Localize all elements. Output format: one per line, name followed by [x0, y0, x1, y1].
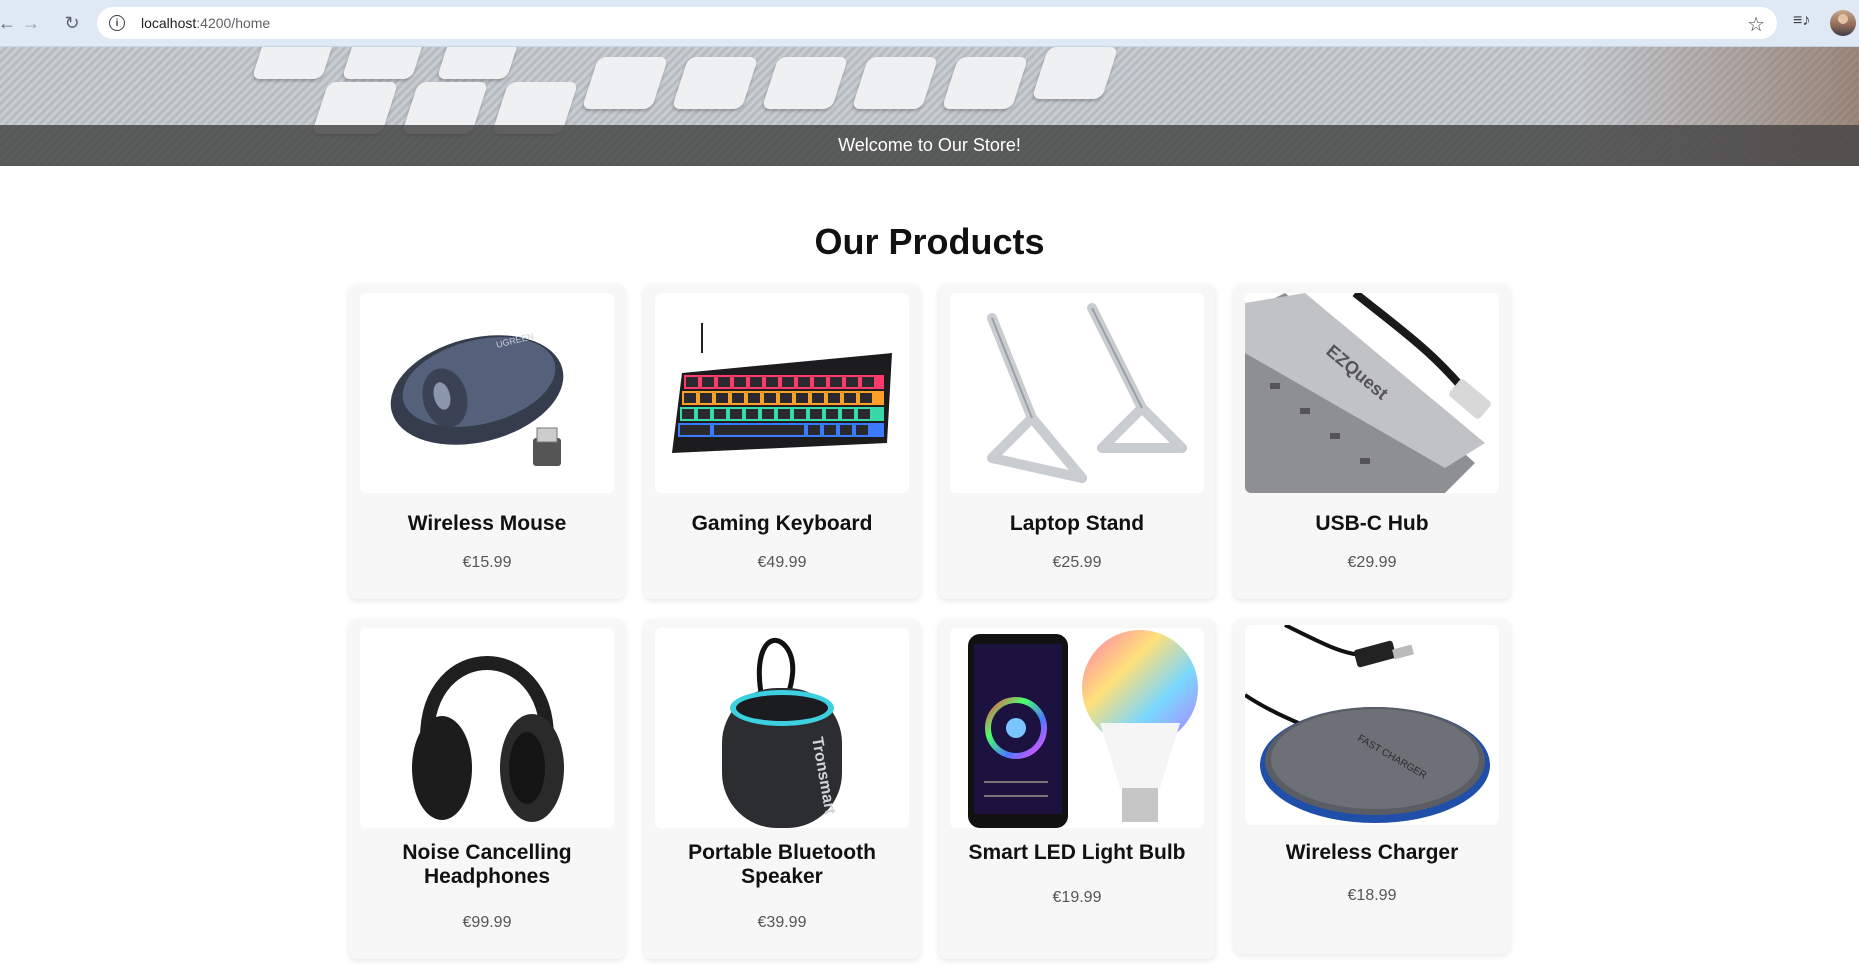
product-price: €49.99	[757, 554, 807, 571]
usb-hub-image[interactable]: EZQuest	[1245, 293, 1499, 493]
product-price: €99.99	[462, 914, 512, 931]
address-bar[interactable]: i localhost:4200/home ☆	[97, 7, 1777, 39]
product-card[interactable]: Tronsmart Portable Bluetooth Speaker €39…	[644, 619, 920, 959]
page-title: Our Products	[814, 221, 1045, 262]
product-price: €25.99	[1052, 554, 1102, 571]
product-price: €39.99	[757, 914, 807, 931]
product-name: Noise Cancelling Headphones	[402, 841, 572, 888]
speaker-image[interactable]: Tronsmart	[655, 628, 909, 828]
forward-icon[interactable]: →	[16, 8, 46, 38]
headphones-image[interactable]	[360, 628, 614, 828]
profile-avatar[interactable]	[1830, 10, 1856, 36]
bookmark-star-icon[interactable]: ☆	[1747, 12, 1765, 37]
product-name: Portable Bluetooth Speaker	[688, 841, 876, 888]
hero-caption: Welcome to Our Store!	[0, 125, 1859, 166]
site-info-icon[interactable]: i	[109, 15, 125, 31]
product-name: Gaming Keyboard	[691, 512, 873, 535]
product-name: Laptop Stand	[1009, 512, 1145, 535]
laptop-stand-image[interactable]	[950, 293, 1204, 493]
product-card[interactable]: UGREEN Wireless Mouse €15.99	[349, 284, 625, 599]
product-card[interactable]: Smart LED Light Bulb €19.99	[939, 619, 1215, 959]
product-price: €29.99	[1347, 554, 1397, 571]
product-card[interactable]: FAST CHARGER Wireless Charger €18.99	[1234, 619, 1510, 954]
product-price: €19.99	[1052, 889, 1102, 906]
product-card[interactable]: Gaming Keyboard €49.99	[644, 284, 920, 599]
product-card[interactable]: Noise Cancelling Headphones €99.99	[349, 619, 625, 959]
media-controls-icon[interactable]: ≡♪	[1793, 12, 1810, 30]
mouse-image[interactable]: UGREEN	[360, 293, 614, 493]
charger-image[interactable]: FAST CHARGER	[1245, 625, 1499, 825]
reload-icon[interactable]: ↻	[57, 8, 87, 38]
hero-banner: Welcome to Our Store!	[0, 47, 1859, 166]
product-price: €15.99	[462, 554, 512, 571]
keyboard-image[interactable]	[655, 293, 909, 493]
url-text[interactable]: localhost:4200/home	[141, 15, 270, 31]
light-bulb-image[interactable]	[950, 628, 1204, 828]
product-name: Wireless Charger	[1285, 841, 1459, 864]
browser-toolbar: ← → ↻ i localhost:4200/home ☆ ≡♪	[0, 0, 1859, 47]
product-card[interactable]: EZQuest USB-C Hub €29.99	[1234, 284, 1510, 599]
keyboard-background-image	[251, 47, 1160, 134]
product-price: €18.99	[1347, 887, 1397, 904]
product-name: Smart LED Light Bulb	[968, 841, 1186, 864]
product-name: Wireless Mouse	[407, 512, 567, 535]
product-card[interactable]: Laptop Stand €25.99	[939, 284, 1215, 599]
product-name: USB-C Hub	[1315, 512, 1429, 535]
